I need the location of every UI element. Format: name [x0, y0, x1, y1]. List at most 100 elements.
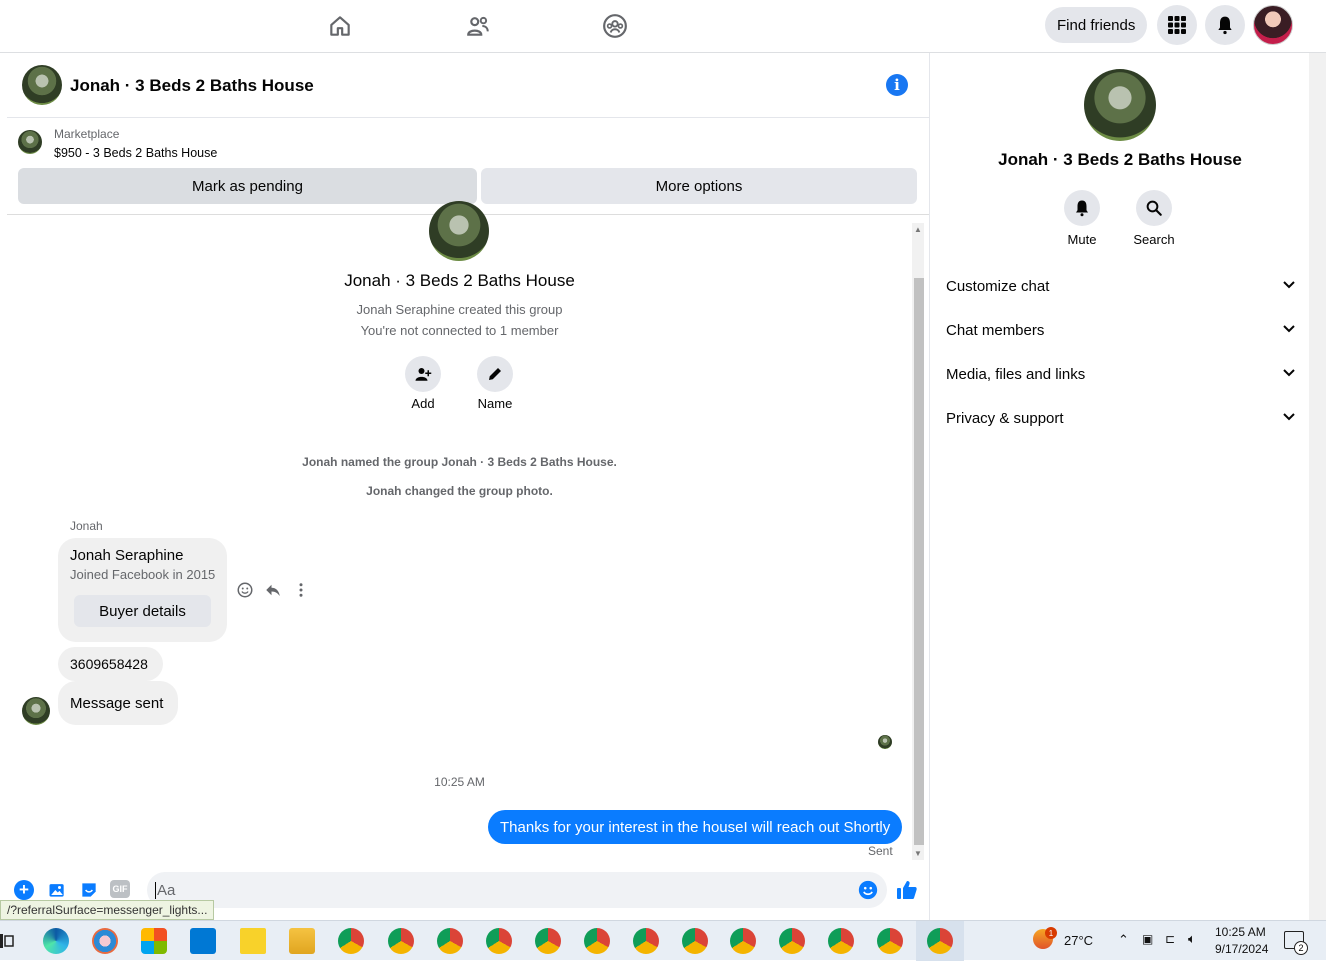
pencil-icon[interactable]	[477, 356, 513, 392]
chat-header: Jonah · 3 Beds 2 Baths House i	[7, 53, 929, 118]
chrome-profile-icon[interactable]	[779, 928, 805, 954]
more-vertical-icon[interactable]	[292, 581, 310, 604]
chrome-profile-icon[interactable]	[338, 928, 364, 954]
sticky-notes-icon[interactable]	[240, 928, 266, 954]
page-scrollbar[interactable]	[1309, 53, 1326, 920]
media-files-links-section[interactable]: Media, files and links	[946, 352, 1296, 396]
chat-scroll-thumb[interactable]	[914, 278, 924, 845]
group-created-by: Jonah Seraphine created this group	[356, 302, 563, 317]
conversation-details-sidebar: Jonah · 3 Beds 2 Baths House Mute Search…	[929, 53, 1309, 920]
scroll-up-arrow-icon[interactable]: ▲	[914, 225, 922, 234]
mail-icon[interactable]	[190, 928, 216, 954]
customize-chat-section[interactable]: Customize chat	[946, 264, 1296, 308]
name-label: Name	[477, 396, 513, 411]
event-photo-changed: Jonah changed the group photo.	[366, 484, 553, 498]
paint-app-icon[interactable]	[92, 928, 118, 954]
outgoing-message-bubble[interactable]: Thanks for your interest in the houseI w…	[488, 810, 903, 844]
listing-thumbnail[interactable]	[18, 130, 42, 154]
add-person-icon[interactable]	[405, 356, 441, 392]
scroll-down-arrow-icon[interactable]: ▼	[914, 849, 922, 858]
bell-icon[interactable]	[1064, 190, 1100, 226]
chat-members-section[interactable]: Chat members	[946, 308, 1296, 352]
volume-icon[interactable]: 🔈︎	[1188, 931, 1196, 947]
mute-action[interactable]: Mute	[1047, 190, 1117, 247]
sender-avatar[interactable]	[22, 697, 50, 725]
chrome-profile-icon[interactable]	[877, 928, 903, 954]
chevron-down-icon	[1282, 277, 1296, 295]
groups-icon[interactable]	[597, 8, 633, 44]
chrome-profile-icon[interactable]	[388, 928, 414, 954]
thumbs-up-icon[interactable]	[895, 878, 919, 907]
chat-scrollbar[interactable]: ▲ ▼	[912, 223, 924, 860]
weather-temperature[interactable]: 27°C	[1064, 933, 1093, 948]
clock-time[interactable]: 10:25 AM	[1215, 925, 1266, 939]
chrome-icon[interactable]	[730, 928, 756, 954]
store-icon[interactable]	[141, 928, 167, 954]
chrome-profile-icon[interactable]	[682, 928, 708, 954]
task-view-icon[interactable]	[0, 933, 14, 954]
windows-taskbar: 1 27°C ⌃ ▣ ⊏ 🔈︎ 10:25 AM 9/17/2024 2	[0, 920, 1326, 961]
message-timestamp: 10:25 AM	[434, 775, 485, 789]
mute-label: Mute	[1067, 232, 1097, 247]
chrome-profile-icon[interactable]	[828, 928, 854, 954]
section-label: Privacy & support	[946, 409, 1064, 427]
rename-action[interactable]	[477, 356, 513, 392]
phone-message[interactable]: 3609658428	[58, 647, 163, 681]
marketplace-bar: Marketplace $950 - 3 Beds 2 Baths House …	[7, 119, 929, 215]
message-sent-bubble[interactable]: Message sent	[58, 681, 178, 725]
sidebar-group-avatar[interactable]	[1084, 69, 1156, 141]
friends-icon[interactable]	[460, 8, 496, 44]
buyer-details-button[interactable]: Buyer details	[74, 595, 211, 627]
search-label: Search	[1133, 232, 1175, 247]
search-icon[interactable]	[1136, 190, 1172, 226]
meet-now-icon[interactable]: ▣	[1142, 932, 1153, 946]
gif-icon[interactable]: GIF	[110, 880, 130, 898]
chrome-profile-icon[interactable]	[535, 928, 561, 954]
react-emoji-icon[interactable]	[236, 581, 254, 604]
mark-as-pending-button[interactable]: Mark as pending	[18, 168, 477, 204]
edge-browser-icon[interactable]	[43, 928, 69, 954]
chevron-down-icon	[1282, 365, 1296, 383]
find-friends-button[interactable]: Find friends	[1045, 7, 1148, 43]
message-input-placeholder: Aa	[155, 882, 176, 899]
privacy-support-section[interactable]: Privacy & support	[946, 396, 1296, 440]
info-icon[interactable]: i	[886, 74, 908, 96]
search-action[interactable]: Search	[1119, 190, 1189, 247]
notification-count-badge: 2	[1294, 941, 1308, 955]
connection-status: You're not connected to 1 member	[360, 323, 559, 338]
chrome-profile-icon[interactable]	[584, 928, 610, 954]
chrome-active-icon[interactable]	[927, 928, 953, 954]
read-receipt-avatar	[878, 735, 892, 749]
top-navigation-bar: Find friends	[0, 0, 1326, 53]
listing-price-title[interactable]: $950 - 3 Beds 2 Baths House	[54, 146, 217, 160]
chrome-profile-icon[interactable]	[633, 928, 659, 954]
tray-chevron-up-icon[interactable]: ⌃	[1118, 932, 1129, 948]
message-input[interactable]: Aa	[147, 872, 887, 908]
group-avatar[interactable]	[22, 65, 62, 105]
chrome-profile-icon[interactable]	[437, 928, 463, 954]
chevron-down-icon	[1282, 321, 1296, 339]
section-label: Media, files and links	[946, 365, 1086, 383]
file-explorer-icon[interactable]	[289, 928, 315, 954]
chat-panel: Jonah · 3 Beds 2 Baths House i Marketpla…	[7, 53, 929, 920]
sent-status: Sent	[868, 844, 893, 858]
emoji-icon[interactable]	[857, 879, 879, 906]
buyer-card: Jonah Seraphine Joined Facebook in 2015 …	[58, 538, 227, 642]
add-member-action[interactable]	[405, 356, 441, 392]
network-icon[interactable]: ⊏	[1165, 932, 1175, 946]
url-status-tooltip: /?referralSurface=messenger_lights...	[0, 900, 215, 920]
plus-icon[interactable]: +	[14, 880, 34, 900]
chat-title[interactable]: Jonah · 3 Beds 2 Baths House	[70, 76, 314, 96]
reply-icon[interactable]	[264, 581, 282, 604]
marketplace-label: Marketplace	[54, 127, 120, 141]
buyer-joined: Joined Facebook in 2015	[70, 567, 216, 582]
event-group-named: Jonah named the group Jonah · 3 Beds 2 B…	[302, 455, 617, 469]
more-options-button[interactable]: More options	[481, 168, 917, 204]
chrome-profile-icon[interactable]	[486, 928, 512, 954]
home-icon[interactable]	[322, 8, 358, 44]
clock-date[interactable]: 9/17/2024	[1215, 942, 1268, 956]
group-intro-name: Jonah · 3 Beds 2 Baths House	[344, 271, 575, 290]
notifications-bell-icon[interactable]	[1205, 5, 1245, 45]
menu-grid-icon[interactable]	[1157, 5, 1197, 45]
profile-avatar[interactable]	[1253, 5, 1293, 45]
